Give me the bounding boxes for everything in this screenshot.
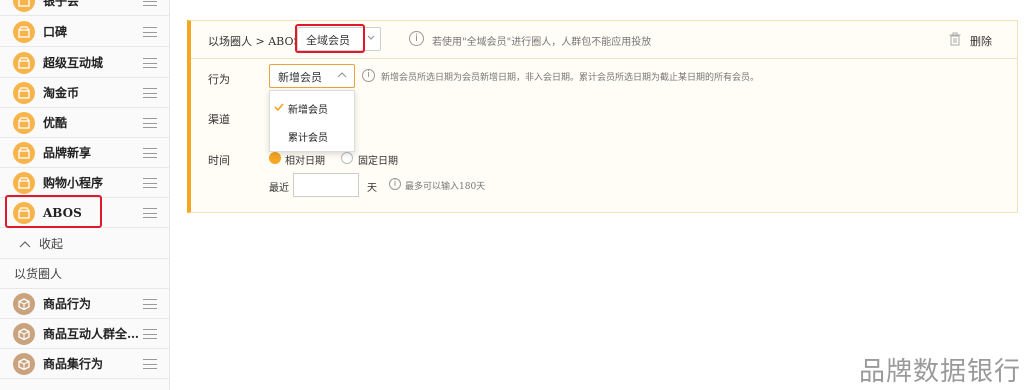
shop-icon (13, 171, 35, 194)
shop-icon (13, 111, 35, 134)
sidebar-item-label: 淘金币 (43, 86, 80, 100)
shop-icon (13, 0, 35, 12)
collapse-label: 收起 (39, 237, 64, 251)
radio-relative-label: 相对日期 (285, 156, 325, 167)
info-icon: i (409, 31, 424, 46)
behavior-dropdown: 新增会员 累计会员 (269, 90, 355, 152)
max-days-hint: 最多可以输入180天 (405, 182, 486, 192)
filter-panel: 以场圈人 > ABOS 全域会员 i 若使用"全域会员"进行圈人，人群包不能应用… (187, 20, 1018, 213)
panel-header: 以场圈人 > ABOS 全域会员 i 若使用"全域会员"进行圈人，人群包不能应用… (191, 21, 1018, 59)
sidebar-item-koubei[interactable]: 口碑 (0, 17, 170, 47)
sidebar-item-label: 超级互动城 (43, 56, 104, 70)
drag-handle-icon[interactable] (143, 0, 157, 6)
drag-handle-icon[interactable] (143, 359, 157, 369)
sidebar-item-brand-new[interactable]: 品牌新享 (0, 138, 170, 168)
shop-icon (13, 141, 35, 164)
behavior-select[interactable]: 新增会员 (269, 64, 355, 88)
section-title-goods: 以货圈人 (0, 259, 170, 289)
highlight-box (5, 195, 102, 228)
box-icon (13, 322, 35, 345)
sidebar-item-label: 商品集行为 (43, 357, 104, 371)
channel-label: 渠道 (208, 113, 230, 126)
behavior-label: 行为 (208, 73, 230, 86)
highlight-box (295, 24, 365, 53)
box-icon (13, 352, 35, 375)
radio-fixed-date[interactable] (341, 152, 353, 164)
drag-handle-icon[interactable] (143, 118, 157, 128)
check-icon (274, 101, 284, 115)
sidebar-item-label: 购物小程序 (43, 176, 104, 190)
delete-button[interactable]: 删除 (970, 33, 992, 49)
drag-handle-icon[interactable] (143, 299, 157, 309)
sidebar-item-yinzihui[interactable]: 银子会 (0, 0, 170, 16)
sidebar-item-youku[interactable]: 优酷 (0, 108, 170, 138)
recent-days-input[interactable] (293, 173, 359, 197)
chevron-up-icon (19, 237, 31, 251)
shop-icon (13, 51, 35, 74)
radio-fixed-label: 固定日期 (358, 156, 398, 167)
chevron-down-icon (366, 31, 376, 48)
behavior-select-value: 新增会员 (278, 71, 322, 84)
section-title: 以货圈人 (14, 267, 63, 281)
sidebar-item-taojinbi[interactable]: 淘金币 (0, 78, 170, 108)
drag-handle-icon[interactable] (143, 88, 157, 98)
behavior-hint: 新增会员所选日期为会员新增日期，非入会日期。累计会员所选日期为截止某日期的所有会… (381, 73, 760, 83)
sidebar-item-super-interactive[interactable]: 超级互动城 (0, 48, 170, 78)
scope-hint: 若使用"全域会员"进行圈人，人群包不能应用投放 (432, 37, 652, 48)
day-unit: 天 (367, 183, 377, 194)
sidebar-item-label: 优酷 (43, 116, 68, 130)
drag-handle-icon[interactable] (143, 148, 157, 158)
sidebar-item-label: 品牌新享 (43, 146, 92, 160)
shop-icon (13, 81, 35, 104)
sidebar-item-label: 商品行为 (43, 297, 92, 311)
dropdown-option-new[interactable]: 新增会员 (288, 101, 328, 116)
info-icon: i (389, 178, 401, 190)
info-icon: i (362, 69, 375, 82)
sidebar-item-goods-behavior[interactable]: 商品行为 (0, 289, 170, 319)
sidebar-item-label: 口碑 (43, 25, 68, 39)
drag-handle-icon[interactable] (143, 329, 157, 339)
breadcrumb: 以场圈人 > ABOS (208, 35, 301, 48)
watermark: 品牌数据银行 (858, 357, 1021, 387)
collapse-toggle[interactable]: 收起 (0, 229, 170, 259)
chevron-up-icon (336, 68, 348, 85)
drag-handle-icon[interactable] (143, 58, 157, 68)
radio-relative-date[interactable] (269, 152, 281, 164)
drag-handle-icon[interactable] (143, 178, 157, 188)
box-icon (13, 292, 35, 315)
sidebar-item-mini-program[interactable]: 购物小程序 (0, 168, 170, 198)
sidebar-item-goods-set[interactable]: 商品集行为 (0, 349, 170, 379)
drag-handle-icon[interactable] (143, 27, 157, 37)
recent-label: 最近 (269, 183, 289, 194)
sidebar-item-goods-interactive[interactable]: 商品互动人群全… (0, 319, 170, 349)
sidebar: 银子会 口碑 超级互动城 淘金币 优酷 品牌新享 购物小程序 ABOS 收起 以… (0, 0, 170, 390)
time-label: 时间 (208, 154, 230, 167)
trash-icon[interactable] (949, 32, 961, 49)
dropdown-option-total[interactable]: 累计会员 (288, 129, 328, 144)
sidebar-item-label: 商品互动人群全… (43, 327, 140, 341)
drag-handle-icon[interactable] (143, 208, 157, 218)
shop-icon (13, 20, 35, 43)
sidebar-item-label: 银子会 (43, 0, 80, 8)
